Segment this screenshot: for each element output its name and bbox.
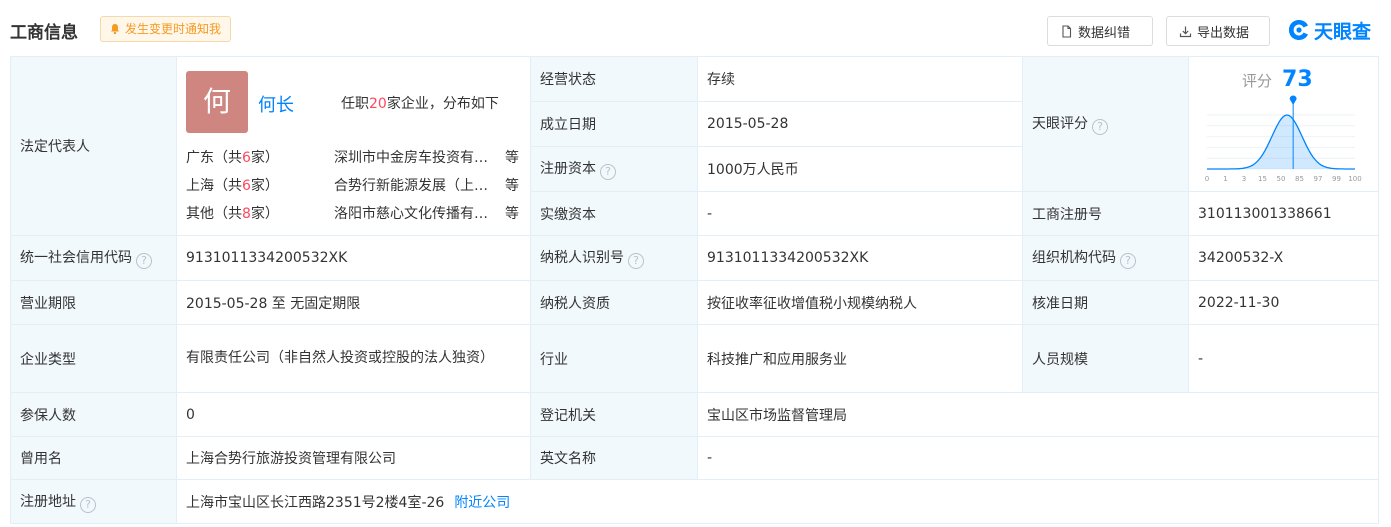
operating-status-label: 经营状态: [530, 56, 698, 102]
help-icon[interactable]: ?: [1120, 253, 1136, 269]
paid-capital-value: -: [697, 191, 1023, 236]
tianyan-score-label: 天眼评分?: [1022, 56, 1189, 192]
established-date-label: 成立日期: [530, 101, 698, 147]
section-header: 工商信息 发生变更时通知我 数据纠错 导出数据 天眼查: [0, 0, 1391, 56]
industry-value: 科技推广和应用服务业: [697, 324, 1023, 393]
registered-capital-value: 1000万人民币: [697, 146, 1023, 192]
org-code-value: 34200532-X: [1188, 235, 1379, 281]
insured-count-label: 参保人数: [10, 392, 177, 437]
region-etc-link[interactable]: 等: [505, 147, 519, 167]
legal-rep-label: 法定代表人: [10, 56, 177, 236]
tick-label: 1: [1223, 175, 1227, 183]
legal-rep-summary: 任职20家企业，分布如下: [341, 93, 499, 113]
score-distribution-chart: 0 1 3 15 50 85 97 99 100: [1205, 95, 1362, 183]
distribution-area: [1207, 115, 1355, 169]
region-company-link[interactable]: 深圳市中金房车投资有限公司: [334, 147, 494, 167]
summary-suffix: 家企业，分布如下: [386, 96, 499, 112]
help-icon[interactable]: ?: [628, 253, 644, 269]
region-etc-link[interactable]: 等: [505, 175, 519, 195]
former-name-label: 曾用名: [10, 436, 177, 480]
paid-capital-label: 实缴资本: [530, 191, 698, 236]
section-title: 工商信息: [10, 23, 78, 43]
download-icon: [1179, 26, 1192, 37]
data-correction-label: 数据纠错: [1078, 25, 1131, 41]
business-reg-no-label: 工商注册号: [1022, 191, 1189, 236]
export-data-label: 导出数据: [1197, 25, 1250, 41]
address-text: 上海市宝山区长江西路2351号2楼4室-26: [186, 494, 445, 511]
org-code-label: 组织机构代码?: [1022, 235, 1189, 281]
business-info-table: 法定代表人 何 何长 任职20家企业，分布如下 广东（共6家） 深圳市中金房车投…: [10, 56, 1379, 524]
tianyan-score-cell[interactable]: 评分 73 0 1 3 15 50 85 97 99 100: [1188, 56, 1379, 192]
business-reg-no-value: 310113001338661: [1188, 191, 1379, 236]
credit-code-value: 9131011334200532XK: [176, 235, 531, 281]
approval-date-value: 2022-11-30: [1188, 280, 1379, 325]
registered-address-value: 上海市宝山区长江西路2351号2楼4室-26 附近公司: [176, 479, 1379, 524]
staff-size-label: 人员规模: [1022, 324, 1189, 393]
taxpayer-id-value: 9131011334200532XK: [697, 235, 1023, 281]
region-etc-link[interactable]: 等: [505, 203, 519, 223]
english-name-value: -: [697, 436, 1379, 480]
company-type-label: 企业类型: [10, 324, 177, 393]
operating-status-value: 存续: [697, 56, 1023, 102]
summary-count: 20: [369, 96, 387, 112]
former-name-value: 上海合势行旅游投资管理有限公司: [176, 436, 531, 480]
staff-size-value: -: [1188, 324, 1379, 393]
english-name-label: 英文名称: [530, 436, 698, 480]
region-label: 上海（共6家）: [186, 178, 279, 194]
tick-label: 0: [1205, 175, 1209, 183]
taxpayer-qual-label: 纳税人资质: [530, 280, 698, 325]
tianyancha-logo: 天眼查: [1286, 16, 1371, 44]
credit-code-label: 统一社会信用代码?: [10, 235, 177, 281]
registered-capital-label: 注册资本?: [530, 146, 698, 192]
logo-text: 天眼查: [1314, 20, 1372, 43]
insured-count-value: 0: [176, 392, 531, 437]
legal-rep-name-link[interactable]: 何长: [258, 91, 294, 117]
help-icon[interactable]: ?: [80, 496, 96, 513]
avatar[interactable]: 何: [186, 71, 248, 133]
region-company-link[interactable]: 洛阳市慈心文化传播有限公司: [334, 203, 494, 223]
registered-address-label: 注册地址?: [10, 479, 177, 524]
help-icon[interactable]: ?: [136, 253, 152, 269]
data-correction-button[interactable]: 数据纠错: [1047, 16, 1153, 46]
industry-label: 行业: [530, 324, 698, 393]
established-date-value: 2015-05-28: [697, 101, 1023, 147]
tick-label: 85: [1295, 175, 1304, 183]
bell-icon: [111, 24, 119, 35]
tick-label: 15: [1258, 175, 1267, 183]
taxpayer-id-label: 纳税人识别号?: [530, 235, 698, 281]
business-term-label: 营业期限: [10, 280, 177, 325]
company-type-value: 有限责任公司（非自然人投资或控股的法人独资）: [176, 324, 531, 393]
nearby-companies-link[interactable]: 附近公司: [454, 495, 510, 511]
region-label: 广东（共6家）: [186, 150, 279, 166]
notify-label: 发生变更时通知我: [125, 22, 222, 36]
tick-label: 3: [1242, 175, 1246, 183]
approval-date-label: 核准日期: [1022, 280, 1189, 325]
registration-authority-label: 登记机关: [530, 392, 698, 437]
logo-icon: [1289, 20, 1308, 40]
tick-label: 99: [1332, 175, 1341, 183]
help-icon[interactable]: ?: [1092, 119, 1108, 135]
export-data-button[interactable]: 导出数据: [1166, 16, 1270, 46]
business-term-value: 2015-05-28 至 无固定期限: [176, 280, 531, 325]
tick-label: 50: [1277, 175, 1286, 183]
legal-rep-cell: 何 何长 任职20家企业，分布如下 广东（共6家） 深圳市中金房车投资有限公司 …: [176, 56, 531, 236]
tick-label: 97: [1314, 175, 1323, 183]
region-label: 其他（共8家）: [186, 206, 279, 222]
help-icon[interactable]: ?: [600, 164, 616, 180]
summary-prefix: 任职: [341, 96, 369, 112]
taxpayer-qual-value: 按征收率征收增值税小规模纳税人: [697, 280, 1023, 325]
region-company-link[interactable]: 合势行新能源发展（上海）有限公司: [334, 175, 494, 195]
tick-label: 100: [1348, 175, 1361, 183]
registration-authority-value: 宝山区市场监督管理局: [697, 392, 1379, 437]
change-notify-button[interactable]: 发生变更时通知我: [100, 16, 232, 42]
score-marker-pin: [1289, 95, 1297, 105]
document-icon: [1062, 24, 1072, 38]
